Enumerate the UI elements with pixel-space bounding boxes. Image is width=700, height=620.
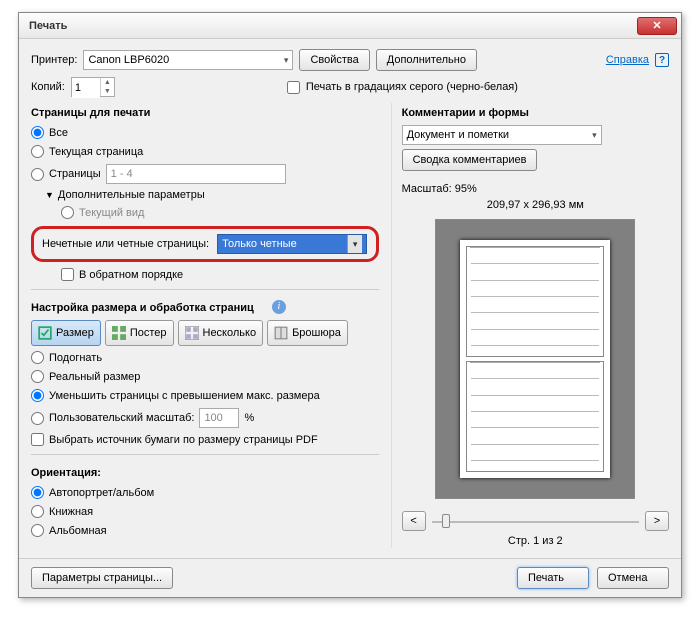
print-preview xyxy=(435,219,635,499)
chevron-down-icon: ▼ xyxy=(45,190,54,200)
spinner-down[interactable]: ▼ xyxy=(101,87,114,96)
multiple-icon xyxy=(185,326,199,340)
booklet-icon xyxy=(274,326,288,340)
orient-portrait-radio[interactable] xyxy=(31,505,44,518)
close-button[interactable]: ✕ xyxy=(637,17,677,35)
page-setup-button[interactable]: Параметры страницы... xyxy=(31,567,173,589)
cancel-button[interactable]: Отмена xyxy=(597,567,669,589)
help-link[interactable]: Справка xyxy=(606,54,649,66)
next-page-button[interactable]: > xyxy=(645,511,669,531)
info-icon[interactable]: i xyxy=(272,300,286,314)
help-icon[interactable]: ? xyxy=(655,53,669,67)
comments-title: Комментарии и формы xyxy=(402,107,669,119)
copies-spinner[interactable]: ▲▼ xyxy=(71,77,115,97)
custom-radio[interactable] xyxy=(31,412,44,425)
dimensions-readout: 209,97 x 296,93 мм xyxy=(402,199,669,211)
odd-even-highlight: Нечетные или четные страницы: Только чет… xyxy=(31,226,379,262)
reverse-checkbox[interactable] xyxy=(61,268,74,281)
source-checkbox[interactable] xyxy=(31,433,44,446)
pages-range-radio[interactable] xyxy=(31,168,44,181)
preview-doc-1 xyxy=(466,246,604,357)
page-counter: Стр. 1 из 2 xyxy=(402,535,669,547)
grayscale-checkbox[interactable] xyxy=(287,81,300,94)
tab-multiple[interactable]: Несколько xyxy=(178,320,264,346)
copies-input[interactable] xyxy=(72,78,100,98)
pages-current-radio[interactable] xyxy=(31,145,44,158)
pages-section-title: Страницы для печати xyxy=(31,107,379,119)
print-dialog: Печать ✕ Принтер: Canon LBP6020 Свойства… xyxy=(18,12,682,598)
printer-label: Принтер: xyxy=(31,54,77,66)
comments-select[interactable]: Документ и пометки xyxy=(402,125,602,145)
orientation-title: Ориентация: xyxy=(31,467,379,479)
zoom-slider[interactable] xyxy=(432,512,639,530)
pages-range-input[interactable] xyxy=(106,164,286,184)
print-button[interactable]: Печать xyxy=(517,567,589,589)
spinner-up[interactable]: ▲ xyxy=(101,78,114,87)
fit-radio[interactable] xyxy=(31,351,44,364)
advanced-button[interactable]: Дополнительно xyxy=(376,49,477,71)
pages-all-radio[interactable] xyxy=(31,126,44,139)
titlebar: Печать ✕ xyxy=(19,13,681,39)
orient-landscape-radio[interactable] xyxy=(31,524,44,537)
preview-doc-2 xyxy=(466,361,604,472)
orient-auto-radio[interactable] xyxy=(31,486,44,499)
size-icon xyxy=(38,326,52,340)
sizing-title: Настройка размера и обработка страниц xyxy=(31,302,254,314)
current-view-radio[interactable] xyxy=(61,206,74,219)
properties-button[interactable]: Свойства xyxy=(299,49,369,71)
tab-booklet[interactable]: Брошюра xyxy=(267,320,348,346)
tab-poster[interactable]: Постер xyxy=(105,320,174,346)
odd-even-label: Нечетные или четные страницы: xyxy=(42,238,209,250)
copies-label: Копий: xyxy=(31,81,65,93)
printer-select[interactable]: Canon LBP6020 xyxy=(83,50,293,70)
grayscale-label: Печать в градациях серого (черно-белая) xyxy=(306,81,518,93)
summarize-comments-button[interactable]: Сводка комментариев xyxy=(402,149,538,171)
prev-page-button[interactable]: < xyxy=(402,511,426,531)
poster-icon xyxy=(112,326,126,340)
actual-radio[interactable] xyxy=(31,370,44,383)
tab-size[interactable]: Размер xyxy=(31,320,101,346)
dialog-title: Печать xyxy=(29,20,637,32)
scale-readout: Масштаб: 95% xyxy=(402,183,669,195)
custom-scale-input[interactable] xyxy=(199,408,239,428)
odd-even-select[interactable]: Только четные xyxy=(217,234,367,254)
more-options-toggle[interactable]: ▼Дополнительные параметры xyxy=(45,189,379,201)
shrink-radio[interactable] xyxy=(31,389,44,402)
